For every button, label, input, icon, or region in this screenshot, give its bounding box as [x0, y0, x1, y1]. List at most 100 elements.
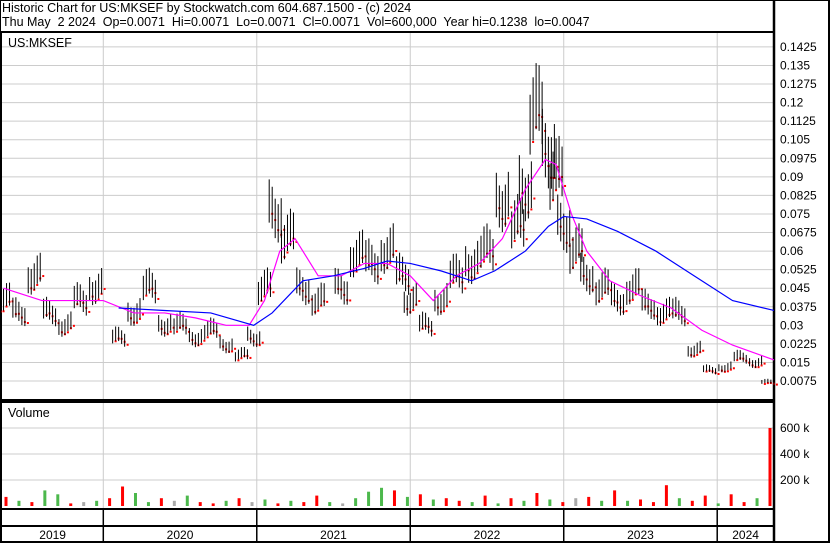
price-dot	[464, 287, 467, 290]
price-dot	[2, 310, 5, 313]
volume-bar	[574, 498, 578, 506]
volume-bar	[755, 498, 759, 506]
price-tick-label: 0.1125	[780, 114, 816, 128]
price-dot	[533, 197, 536, 200]
price-tick-label: 0.12	[780, 96, 804, 110]
volume-bar	[224, 500, 228, 506]
volume-bar	[43, 490, 47, 506]
volume-bar	[690, 500, 694, 506]
volume-bar	[69, 503, 73, 506]
price-dot	[530, 208, 533, 211]
price-tick-label: 0.0225	[780, 337, 817, 351]
price-dot	[525, 238, 528, 241]
price-dot	[732, 367, 735, 370]
price-dot	[317, 309, 320, 312]
price-dot	[482, 260, 485, 263]
price-dot	[575, 261, 578, 264]
price-dot	[702, 349, 705, 352]
price-tick-label: 0.0675	[780, 226, 817, 240]
price-dot	[696, 353, 699, 356]
price-tick-label: 0.0975	[780, 151, 817, 165]
volume-bar	[354, 498, 358, 506]
volume-bar	[677, 498, 681, 506]
volume-bar	[289, 500, 293, 506]
price-dot	[349, 299, 352, 302]
price-dot	[686, 322, 689, 325]
price-tick-label: 0.0075	[780, 374, 817, 388]
volume-bar	[639, 499, 643, 506]
price-dot	[141, 313, 144, 316]
price-dot	[88, 310, 91, 313]
volume-bar	[121, 486, 125, 506]
volume-tick-label: 200 k	[780, 473, 810, 487]
volume-bar	[367, 491, 371, 506]
volume-bar	[729, 494, 733, 506]
volume-bar	[405, 496, 409, 506]
price-dot	[169, 330, 172, 333]
price-dot	[584, 254, 587, 257]
price-tick-label: 0.1425	[780, 40, 817, 54]
price-dot	[412, 309, 415, 312]
price-dot	[389, 261, 392, 264]
price-dot	[72, 324, 75, 327]
year-label: 2024	[732, 528, 759, 542]
price-dot	[157, 297, 160, 300]
volume-bar	[561, 502, 565, 506]
price-dot	[513, 239, 516, 242]
price-dot	[757, 366, 760, 369]
volume-bar	[483, 495, 487, 506]
price-dot	[494, 263, 497, 266]
price-dot	[234, 347, 237, 350]
volume-bar	[328, 502, 332, 506]
volume-bar	[703, 495, 707, 506]
price-dot	[631, 298, 634, 301]
volume-bar	[522, 500, 526, 506]
volume-bar	[742, 502, 746, 506]
price-dot	[200, 343, 203, 346]
volume-bar	[380, 487, 384, 506]
price-dot	[442, 310, 445, 313]
price-dot	[418, 300, 421, 303]
volume-bar	[276, 503, 280, 506]
volume-bar	[95, 500, 99, 506]
price-dot	[379, 277, 382, 280]
price-dot	[448, 300, 451, 303]
price-dot	[507, 217, 510, 220]
price-tick-label: 0.075	[780, 207, 810, 221]
volume-bar	[185, 495, 189, 506]
volume-bar	[198, 502, 202, 506]
volume-bar	[418, 494, 422, 506]
price-dot	[261, 341, 264, 344]
year-label: 2021	[320, 528, 347, 542]
volume-bar	[56, 494, 60, 506]
volume-bar	[263, 499, 267, 506]
year-label: 2023	[627, 528, 654, 542]
price-dot	[145, 294, 148, 297]
price-dot	[665, 318, 668, 321]
volume-bar	[548, 499, 552, 506]
volume-bar	[509, 498, 513, 506]
volume-bar	[341, 503, 345, 506]
volume-label: Volume	[8, 406, 50, 420]
volume-bar	[4, 496, 8, 506]
price-dot	[433, 332, 436, 335]
price-dot	[410, 289, 413, 292]
price-dot	[272, 291, 275, 294]
price-tick-label: 0.0375	[780, 300, 817, 314]
year-label: 2022	[474, 528, 501, 542]
volume-bar	[211, 503, 215, 506]
price-dot	[66, 331, 69, 334]
chart-window: Historic Chart for US:MKSEF by Stockwatc…	[0, 0, 830, 543]
price-dot	[103, 287, 106, 290]
volume-bar	[587, 496, 591, 506]
price-dot	[203, 339, 206, 342]
price-tick-label: 0.0525	[780, 263, 817, 277]
volume-tick-label: 400 k	[780, 447, 810, 461]
volume-bar	[457, 500, 461, 506]
price-tick-label: 0.135	[780, 58, 810, 72]
volume-bar	[431, 499, 435, 506]
price-dot	[249, 356, 252, 359]
volume-bar	[496, 503, 500, 506]
volume-bar	[470, 502, 474, 506]
outer-frame	[0, 0, 830, 543]
